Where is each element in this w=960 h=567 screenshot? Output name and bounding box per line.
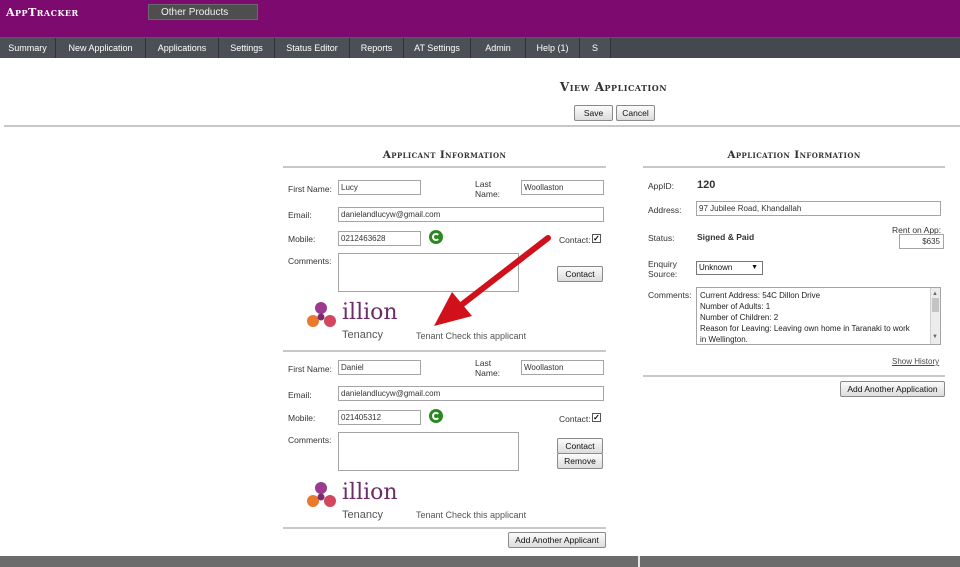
- illion-tenancy-logo[interactable]: illion Tenancy: [306, 480, 416, 524]
- nav-status-editor[interactable]: Status Editor: [275, 38, 350, 58]
- last-name-label: Last Name:: [475, 179, 501, 199]
- comment-line: Reason for Leaving: Leaving own home in …: [700, 324, 910, 333]
- bottom-bar-divider: [638, 556, 640, 567]
- first-name-input[interactable]: Lucy: [338, 180, 421, 195]
- email-label: Email:: [288, 390, 312, 400]
- illion-tenancy-label: Tenancy: [342, 509, 383, 521]
- email-label: Email:: [288, 210, 312, 220]
- illion-wordmark: illion: [342, 300, 398, 325]
- mobile-input[interactable]: 021405312: [338, 410, 421, 425]
- comment-line: Number of Children: 2: [700, 313, 779, 322]
- app-logo[interactable]: AppTracker: [6, 6, 79, 19]
- other-products-button[interactable]: Other Products: [148, 4, 258, 20]
- mobile-label: Mobile:: [288, 234, 316, 244]
- show-history-link[interactable]: Show History: [892, 357, 939, 366]
- illion-tenancy-label: Tenancy: [342, 329, 383, 341]
- comments-label: Comments:: [288, 435, 332, 445]
- mobile-label: Mobile:: [288, 413, 316, 423]
- tenant-check-link[interactable]: Tenant Check this applicant: [416, 510, 526, 520]
- remove-button[interactable]: Remove: [557, 453, 603, 469]
- enquiry-source-value: Unknown: [699, 263, 733, 272]
- comments-scrollbar[interactable]: ▲ ▼: [930, 288, 940, 344]
- app-comments-textarea[interactable]: Current Address: 54C Dillon Drive Number…: [696, 287, 941, 345]
- nav-at-settings[interactable]: AT Settings: [404, 38, 471, 58]
- last-name-input[interactable]: Woollaston: [521, 360, 604, 375]
- nav-summary[interactable]: Summary: [0, 38, 56, 58]
- nav-reports[interactable]: Reports: [350, 38, 404, 58]
- last-name-input[interactable]: Woollaston: [521, 180, 604, 195]
- annotation-arrow-icon: [434, 235, 551, 326]
- refresh-icon[interactable]: [429, 409, 443, 423]
- appid-label: AppID:: [648, 181, 674, 191]
- appid-value: 120: [697, 179, 716, 191]
- application-bottom-divider: [643, 375, 945, 377]
- email-input[interactable]: danielandlucyw@gmail.com: [338, 386, 604, 401]
- last-name-label: Last Name:: [475, 358, 501, 378]
- email-input[interactable]: danielandlucyw@gmail.com: [338, 207, 604, 222]
- chevron-down-icon: ▼: [751, 264, 758, 271]
- status-value: Signed & Paid: [697, 232, 755, 242]
- illion-dots-icon: [307, 482, 336, 507]
- enquiry-source-select[interactable]: Unknown ▼: [696, 261, 763, 275]
- first-name-input[interactable]: Daniel: [338, 360, 421, 375]
- illion-dots-icon: [307, 302, 336, 327]
- application-title-divider: [643, 166, 945, 168]
- address-label: Address:: [648, 205, 682, 215]
- applicant-title-divider: [283, 166, 606, 168]
- nav-s[interactable]: S: [580, 38, 611, 58]
- comment-line: in Wellington.: [700, 335, 748, 344]
- illion-tenancy-logo[interactable]: illion Tenancy: [306, 300, 416, 344]
- save-button[interactable]: Save: [574, 105, 613, 121]
- address-input[interactable]: 97 Jubilee Road, Khandallah: [696, 201, 941, 216]
- nav-blank: [611, 38, 960, 58]
- contact-checkbox-label: Contact:: [559, 414, 591, 424]
- contact-checkbox[interactable]: ✓: [592, 234, 601, 243]
- applicant-separator: [283, 350, 606, 352]
- applicant-info-title: Applicant Information: [382, 149, 507, 161]
- page-title: View Application: [559, 80, 668, 94]
- contact-checkbox[interactable]: ✓: [592, 413, 601, 422]
- first-name-label: First Name:: [288, 364, 332, 374]
- comments-textarea[interactable]: [338, 432, 519, 471]
- cancel-button[interactable]: Cancel: [616, 105, 655, 121]
- tenant-check-link[interactable]: Tenant Check this applicant: [416, 331, 526, 341]
- scrollbar-thumb[interactable]: [932, 298, 939, 312]
- top-bar: [0, 0, 960, 37]
- nav-help[interactable]: Help (1): [526, 38, 580, 58]
- rent-input[interactable]: $635: [899, 234, 944, 249]
- nav-settings[interactable]: Settings: [219, 38, 275, 58]
- header-divider: [4, 125, 960, 127]
- app-comments-label: Comments:: [648, 290, 692, 300]
- enquiry-source-label: Enquiry Source:: [648, 259, 678, 279]
- status-label: Status:: [648, 233, 675, 243]
- comment-line: Number of Adults: 1: [700, 302, 771, 311]
- bottom-bar: [0, 556, 960, 567]
- nav-applications[interactable]: Applications: [146, 38, 219, 58]
- illion-wordmark: illion: [342, 480, 398, 505]
- scroll-down-icon[interactable]: ▼: [932, 332, 938, 343]
- first-name-label: First Name:: [288, 184, 332, 194]
- contact-button[interactable]: Contact: [557, 438, 603, 454]
- mobile-input[interactable]: 0212463628: [338, 231, 421, 246]
- comment-line: Current Address: 54C Dillon Drive: [700, 291, 821, 300]
- nav-admin[interactable]: Admin: [471, 38, 526, 58]
- add-another-applicant-button[interactable]: Add Another Applicant: [508, 532, 606, 548]
- comments-label: Comments:: [288, 256, 332, 266]
- nav-new-application[interactable]: New Application: [56, 38, 146, 58]
- main-nav: Summary New Application Applications Set…: [0, 37, 960, 58]
- application-info-title: Application Information: [727, 149, 861, 161]
- applicant-bottom-divider: [283, 527, 606, 529]
- add-another-application-button[interactable]: Add Another Application: [840, 381, 945, 397]
